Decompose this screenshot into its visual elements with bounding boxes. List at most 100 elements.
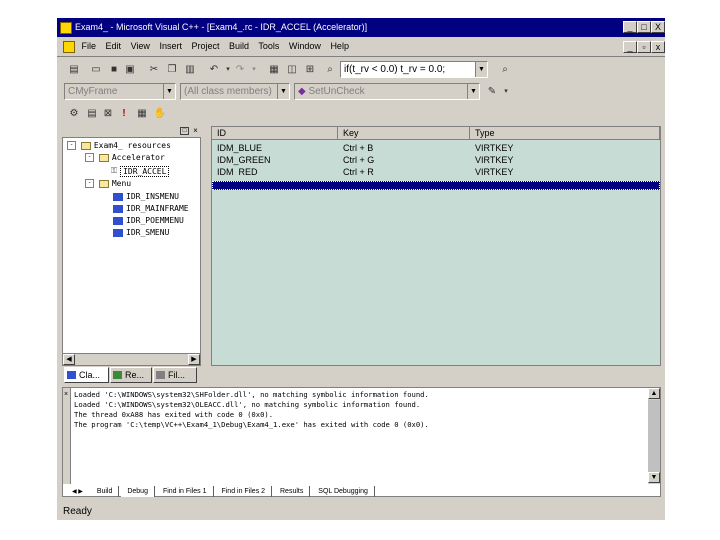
document-icon[interactable]	[63, 40, 75, 53]
menu-insert[interactable]: Insert	[159, 41, 182, 51]
tree-menu-item-label: IDR_SMENU	[126, 228, 170, 237]
save-all-icon[interactable]: ▣	[122, 61, 138, 77]
resource-tree-panel: - Exam4_ resources - Accelerator ⚿ IDR_AC…	[62, 137, 201, 366]
tree-menu-item[interactable]: IDR_SMENU	[113, 227, 169, 239]
tree-accelerator-item[interactable]: ⚿ IDR_ACCEL	[111, 165, 170, 178]
mdi-minimize-button[interactable]: _	[623, 41, 637, 53]
output-gripper[interactable]: ×	[63, 388, 71, 484]
find-combo[interactable]: if(t_rv < 0.0) t_rv = 0.0; ▼	[340, 61, 488, 78]
scroll-left-icon[interactable]: ◀ ▶	[72, 489, 83, 495]
table-row[interactable]: IDM_GREEN Ctrl + G VIRTKEY	[212, 154, 660, 166]
tab-classview[interactable]: Cla...	[64, 367, 109, 383]
app-icon	[60, 21, 72, 34]
tree-accelerator-folder[interactable]: - Accelerator	[85, 152, 165, 164]
go-icon[interactable]: ▦	[134, 105, 150, 121]
tab-results[interactable]: Results	[274, 486, 311, 497]
tab-find-in-files-2[interactable]: Find in Files 2	[215, 486, 273, 497]
column-header-key[interactable]: Key	[338, 127, 470, 140]
menu-tools[interactable]: Tools	[258, 41, 279, 51]
scroll-up-icon[interactable]: ▲	[648, 388, 660, 399]
new-item-row[interactable]	[212, 181, 660, 190]
scroll-down-icon[interactable]: ▼	[648, 472, 660, 483]
paste-icon[interactable]: ▥	[182, 61, 198, 77]
divider	[57, 56, 665, 57]
tree-menu-item[interactable]: IDR_INSMENU	[113, 191, 179, 203]
members-combo[interactable]: (All class members) ▼	[180, 83, 290, 100]
copy-icon[interactable]: ❐	[164, 61, 180, 77]
function-combo[interactable]: ◆ SetUnCheck ▼	[294, 83, 480, 100]
tab-sql-debugging[interactable]: SQL Debugging	[312, 486, 375, 497]
tree-menu-folder[interactable]: - Menu	[85, 178, 131, 190]
close-icon[interactable]: ×	[191, 127, 200, 135]
menu-window[interactable]: Window	[289, 41, 321, 51]
menu-project[interactable]: Project	[191, 41, 219, 51]
output-tabs: ◀ ▶ Build Debug Find in Files 1 Find in …	[62, 486, 661, 498]
menu-edit[interactable]: Edit	[106, 41, 122, 51]
class-combo[interactable]: CMyFrame ▼	[64, 83, 176, 100]
accelerator-table: ID Key Type IDM_BLUE Ctrl + B VIRTKEY ID…	[211, 126, 661, 366]
tab-build[interactable]: Build	[91, 486, 120, 497]
minimize-button[interactable]: _	[623, 21, 637, 33]
close-icon[interactable]: ×	[64, 391, 68, 398]
collapse-icon[interactable]: -	[85, 153, 94, 162]
column-header-id[interactable]: ID	[212, 127, 338, 140]
close-button[interactable]: X	[651, 21, 665, 33]
tree-menu-item[interactable]: IDR_MAINFRAME	[113, 203, 189, 215]
member-function-icon: ◆	[298, 86, 306, 97]
members-combo-value: (All class members)	[184, 86, 272, 97]
menu-build[interactable]: Build	[229, 41, 249, 51]
wizard-dropdown-icon[interactable]: ▾	[498, 83, 514, 99]
chevron-down-icon[interactable]: ▼	[467, 84, 479, 99]
row-key: Ctrl + R	[343, 167, 374, 175]
table-row[interactable]: IDM_BLUE Ctrl + B VIRTKEY	[212, 142, 660, 154]
table-row[interactable]: IDM_RED Ctrl + R VIRTKEY	[212, 166, 660, 175]
menu-resource-icon	[113, 204, 123, 213]
collapse-icon[interactable]: -	[85, 179, 94, 188]
output-icon[interactable]: ◫	[284, 61, 300, 77]
mdi-restore-button[interactable]: ▫	[637, 41, 651, 53]
stop-build-icon[interactable]: ⊠	[100, 105, 116, 121]
scroll-thumb[interactable]	[648, 400, 660, 472]
tab-debug[interactable]: Debug	[121, 486, 155, 497]
column-header-type[interactable]: Type	[470, 127, 660, 140]
chevron-down-icon[interactable]: ▼	[163, 84, 175, 99]
cut-icon[interactable]: ✂	[146, 61, 162, 77]
row-type: VIRTKEY	[475, 143, 514, 153]
folder-open-icon	[98, 153, 109, 162]
menu-help[interactable]: Help	[330, 41, 349, 51]
new-file-icon[interactable]: ▤	[66, 61, 82, 77]
mdi-close-button[interactable]: x	[651, 41, 665, 53]
execute-icon[interactable]: !	[116, 105, 132, 121]
tree-menu-label: Menu	[111, 179, 132, 188]
tab-fileview[interactable]: Fil...	[153, 367, 197, 383]
search-icon[interactable]: ⌕	[497, 61, 513, 77]
collapse-icon[interactable]: -	[67, 141, 76, 150]
workspace-icon[interactable]: ▦	[266, 61, 282, 77]
compile-icon[interactable]: ⚙	[66, 105, 82, 121]
tree-menu-item-label: IDR_POEMMENU	[126, 216, 184, 225]
chevron-down-icon[interactable]: ▼	[475, 62, 487, 77]
save-icon[interactable]: ■	[106, 61, 122, 77]
find-in-files-icon[interactable]: ⌕	[322, 61, 338, 77]
row-id: IDM_GREEN	[217, 155, 271, 165]
horizontal-scrollbar[interactable]: ◀ ▶	[63, 353, 200, 365]
vertical-scrollbar[interactable]: ▲ ▼	[648, 388, 660, 484]
chevron-down-icon[interactable]: ▼	[277, 84, 289, 99]
maximize-button[interactable]: □	[637, 21, 651, 33]
menu-view[interactable]: View	[131, 41, 150, 51]
build-icon[interactable]: ▤	[84, 105, 100, 121]
tab-find-in-files-1[interactable]: Find in Files 1	[157, 486, 214, 497]
tab-resourceview[interactable]: Re...	[110, 367, 152, 383]
tree-root[interactable]: - Exam4_ resources	[67, 140, 171, 152]
menu-file[interactable]: File	[82, 41, 97, 51]
key-icon: ⚿	[111, 166, 118, 175]
restore-icon[interactable]: □	[180, 127, 189, 135]
window-list-icon[interactable]: ⊞	[302, 61, 318, 77]
tree-menu-item[interactable]: IDR_POEMMENU	[113, 215, 184, 227]
scroll-left-icon[interactable]: ◀	[63, 354, 75, 365]
redo-dropdown-icon[interactable]: ▾	[246, 61, 262, 77]
tree-menu-item-label: IDR_MAINFRAME	[126, 204, 189, 213]
breakpoint-icon[interactable]: ✋	[152, 105, 168, 121]
open-folder-icon[interactable]: ▭	[88, 61, 104, 77]
scroll-right-icon[interactable]: ▶	[188, 354, 200, 365]
